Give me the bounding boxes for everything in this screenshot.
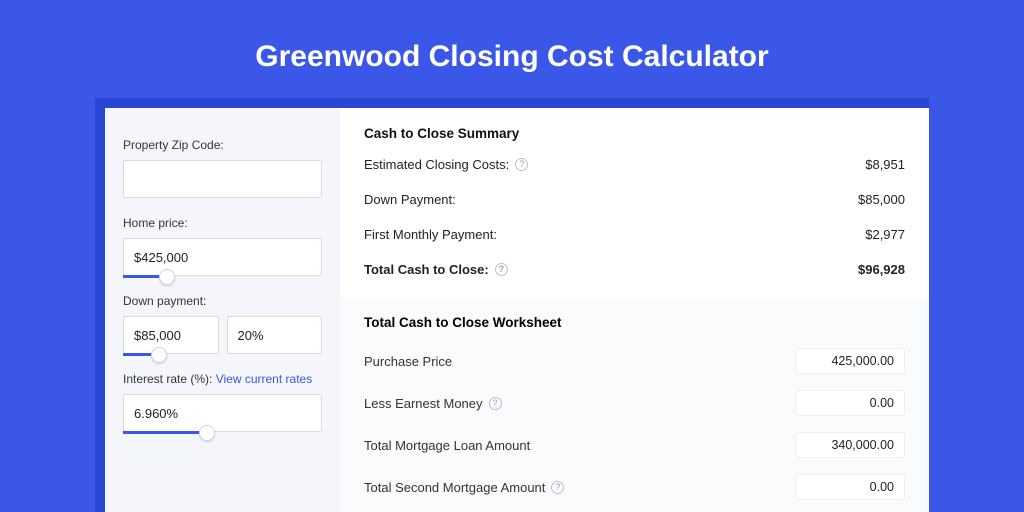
worksheet-value: 425,000.00: [795, 348, 905, 374]
summary-value: $8,951: [865, 157, 905, 172]
inputs-panel: Property Zip Code: Home price: Down paym…: [105, 108, 340, 512]
down-payment-input-wrap: [123, 316, 219, 354]
worksheet-label: Less Earnest Money: [364, 396, 483, 411]
help-icon[interactable]: ?: [515, 158, 528, 171]
summary-total-value: $96,928: [858, 262, 905, 277]
help-icon[interactable]: ?: [495, 263, 508, 276]
summary-row-closing-costs: Estimated Closing Costs: ? $8,951: [364, 157, 905, 172]
interest-rate-slider-thumb[interactable]: [199, 425, 215, 441]
summary-total-label: Total Cash to Close:: [364, 262, 489, 277]
worksheet-heading: Total Cash to Close Worksheet: [364, 315, 905, 330]
zip-label: Property Zip Code:: [123, 138, 322, 152]
worksheet-label: Total Mortgage Loan Amount: [364, 438, 530, 453]
worksheet-value: 0.00: [795, 390, 905, 416]
interest-rate-label: Interest rate (%): View current rates: [123, 372, 322, 386]
interest-rate-slider-fill: [123, 431, 207, 434]
worksheet-row-earnest-money: Less Earnest Money ? 0.00: [364, 390, 905, 416]
interest-rate-input[interactable]: [123, 394, 322, 432]
home-price-input[interactable]: [123, 238, 322, 276]
summary-label: Down Payment:: [364, 192, 456, 207]
home-price-input-wrap: [123, 238, 322, 276]
worksheet-row-second-mortgage: Total Second Mortgage Amount ? 0.00: [364, 474, 905, 500]
down-payment-pct-wrap: [227, 316, 323, 354]
calculator-app: Property Zip Code: Home price: Down paym…: [105, 108, 929, 512]
summary-row-down-payment: Down Payment: $85,000: [364, 192, 905, 207]
down-payment-pct-input[interactable]: [227, 316, 323, 354]
down-payment-input[interactable]: [123, 316, 219, 354]
zip-input[interactable]: [123, 160, 322, 198]
interest-rate-input-wrap: [123, 394, 322, 432]
summary-heading: Cash to Close Summary: [364, 126, 905, 141]
worksheet-label: Purchase Price: [364, 354, 452, 369]
page-title: Greenwood Closing Cost Calculator: [0, 0, 1024, 98]
down-payment-slider-thumb[interactable]: [151, 347, 167, 363]
help-icon[interactable]: ?: [551, 481, 564, 494]
summary-label: Estimated Closing Costs:: [364, 157, 509, 172]
home-price-slider-thumb[interactable]: [159, 269, 175, 285]
results-panel: Cash to Close Summary Estimated Closing …: [340, 108, 929, 512]
summary-value: $2,977: [865, 227, 905, 242]
view-current-rates-link[interactable]: View current rates: [216, 372, 313, 386]
help-icon[interactable]: ?: [489, 397, 502, 410]
down-payment-label: Down payment:: [123, 294, 322, 308]
interest-rate-label-text: Interest rate (%):: [123, 372, 212, 386]
worksheet-section: Total Cash to Close Worksheet Purchase P…: [340, 297, 929, 512]
summary-row-total: Total Cash to Close: ? $96,928: [364, 262, 905, 277]
worksheet-label: Total Second Mortgage Amount: [364, 480, 545, 495]
summary-label: First Monthly Payment:: [364, 227, 497, 242]
worksheet-value: 340,000.00: [795, 432, 905, 458]
worksheet-row-purchase-price: Purchase Price 425,000.00: [364, 348, 905, 374]
worksheet-row-mortgage-loan: Total Mortgage Loan Amount 340,000.00: [364, 432, 905, 458]
worksheet-value: 0.00: [795, 474, 905, 500]
summary-row-first-monthly: First Monthly Payment: $2,977: [364, 227, 905, 242]
summary-value: $85,000: [858, 192, 905, 207]
home-price-label: Home price:: [123, 216, 322, 230]
zip-input-wrap: [123, 160, 322, 198]
app-container: Property Zip Code: Home price: Down paym…: [95, 98, 929, 512]
